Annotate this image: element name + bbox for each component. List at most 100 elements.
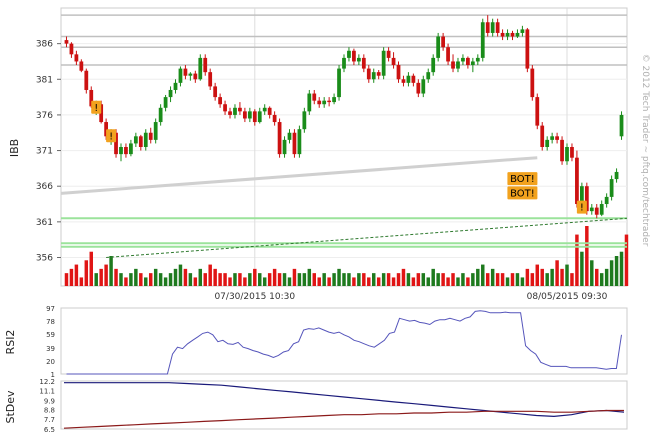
candle-body [475,57,480,62]
rsi-axis-title: RSI2 [4,330,17,355]
marker-label: ! [94,103,98,114]
candle-body [550,136,555,140]
volume-bar [173,268,178,286]
volume-bar [411,277,416,286]
volume-bar [243,277,247,286]
candle-body [84,70,89,90]
volume-bar [466,277,470,286]
volume-bar [500,273,505,286]
volume-bar [248,273,252,286]
volume-bar [163,277,168,286]
volume-bar [327,277,331,286]
candle-body [183,68,188,76]
candle-body [163,97,168,108]
candle-body [490,22,495,33]
price-tick-label: 371 [36,147,53,157]
volume-bar [599,273,604,286]
candle-body [178,68,183,83]
volume-bar [376,277,381,286]
volume-bar [317,277,321,286]
volume-bar [401,268,406,286]
stdev-panel [60,380,628,430]
candle-body [228,111,232,115]
volume-bar [604,268,609,286]
volume-bar [505,277,510,286]
volume-bar [129,273,133,286]
stdev-tick-label: 8.8 [44,407,55,415]
volume-bar [406,273,411,286]
volume-bar [79,277,84,286]
marker-label: ! [580,203,584,214]
volume-bar [416,273,421,286]
volume-bar [337,268,341,286]
volume-bar [74,264,79,286]
volume-bar [302,273,307,286]
volume-bar [134,268,138,286]
volume-bar [565,264,569,286]
candle-body [74,54,79,62]
volume-bar [213,268,217,286]
volume-bar [148,273,153,286]
volume-bar [451,273,455,286]
candle-body [352,50,356,62]
price-tick-label: 356 [36,253,53,263]
volume-bar [461,273,465,286]
candle-body [262,107,267,112]
candle-body [386,50,391,58]
candle-body [272,114,277,123]
volume-bar [272,268,277,286]
volume-bar [342,273,346,286]
volume-bar [510,273,515,286]
candle-body [252,111,257,123]
price-tick-label: 386 [36,40,53,50]
candle-body [133,136,138,144]
volume-bar [322,273,326,286]
candle-body [510,32,515,37]
date-tick-label: 08/05/2015 09:30 [527,292,608,302]
volume-bar [421,273,426,286]
volume-bar [193,277,198,286]
rsi-panel [60,307,628,375]
volume-bar [471,273,475,286]
candle-body [327,100,332,103]
volume-bar [332,273,336,286]
candle-body [356,57,361,62]
volume-bar [580,251,584,286]
candle-body [158,107,163,123]
price-tick-label: 381 [36,75,53,85]
candle-body [361,57,366,69]
candle-body [500,32,505,37]
stdev-tick-label: 12.2 [39,378,55,386]
candle-body [218,97,222,105]
volume-bar [545,273,549,286]
candle-body [619,114,624,137]
candle-body [485,22,490,33]
candle-body [411,75,416,83]
volume-bar [262,277,267,286]
candle-body [198,57,203,80]
candle-body [292,132,297,155]
candle-body [69,43,74,55]
volume-bar [540,268,544,286]
volume-bar [490,268,495,286]
candle-body [153,122,158,140]
volume-bar [441,273,445,286]
candle-body [515,32,520,37]
candle-body [317,100,322,105]
volume-bar [555,260,559,286]
volume-bar [456,277,460,286]
volume-bar [153,268,158,286]
stdev-tick-label: 6.5 [44,426,55,434]
candle-body [396,65,401,80]
volume-bar [119,273,123,286]
watermark: © 2012 Tech Trader ~ pftq.com/techtrader [640,54,650,247]
volume-bar [287,277,292,286]
date-axis: 07/30/2015 10:30 08/05/2015 09:30 [214,292,607,302]
candle-body [168,89,173,98]
candle-body [456,61,460,69]
volume-bar [64,273,69,286]
candle-body [307,93,312,112]
candle-body [213,86,218,98]
candle-body [376,72,381,76]
volume-bar [89,251,93,286]
